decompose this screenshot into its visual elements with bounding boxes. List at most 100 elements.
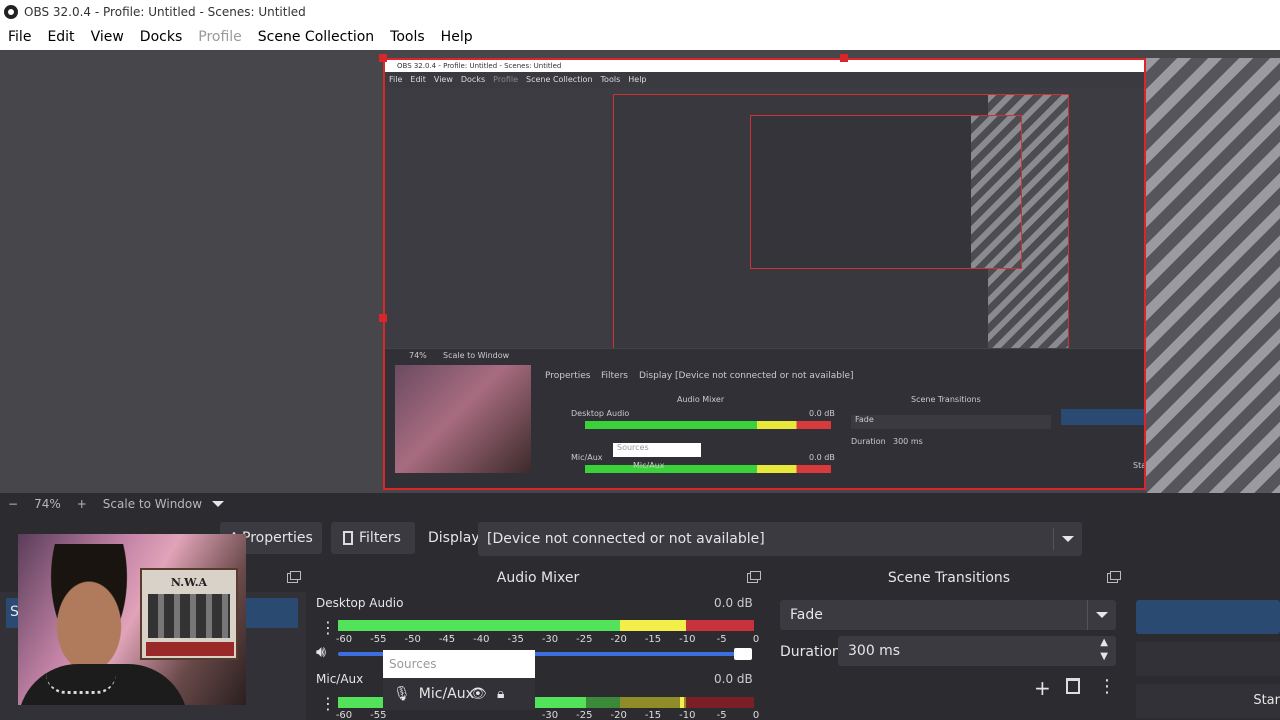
db-scale-label: 0 xyxy=(752,710,760,720)
display-device-select[interactable]: [Device not connected or not available] xyxy=(478,522,1082,556)
mini-mic-item: Mic/Aux xyxy=(633,461,665,470)
mini-sources: Sources xyxy=(613,443,701,457)
desktop-volume-handle[interactable] xyxy=(734,648,752,660)
scale-mode-select[interactable]: Scale to Window xyxy=(95,497,210,511)
poster-title: N.W.A xyxy=(170,576,208,589)
mini-window-title: OBS 32.0.4 - Profile: Untitled - Scenes:… xyxy=(385,60,1144,72)
select-separator xyxy=(1053,528,1054,550)
db-scale-label: -5 xyxy=(716,634,727,645)
mic-meter-yellow xyxy=(620,697,686,708)
chevron-down-icon[interactable] xyxy=(1096,612,1108,618)
preview-canvas[interactable]: OBS 32.0.4 - Profile: Untitled - Scenes:… xyxy=(383,58,1146,490)
window-title: OBS 32.0.4 - Profile: Untitled - Scenes:… xyxy=(24,5,306,19)
kebab-menu-icon[interactable]: ⋮ xyxy=(320,618,336,637)
db-scale-label: 0 xyxy=(752,634,760,645)
db-scale-label: -25 xyxy=(576,710,593,720)
db-scale-label: -50 xyxy=(404,634,421,645)
sources-popup[interactable]: Sources 🎙︎ Mic/Aux 👁︎ 🔒︎ xyxy=(383,650,535,720)
mini-stripes-2 xyxy=(971,116,1021,268)
mini-scene-selected xyxy=(1061,409,1144,425)
menu-view[interactable]: View xyxy=(83,24,132,50)
resize-handle-top[interactable] xyxy=(840,54,848,62)
preview-background-stripes xyxy=(1146,58,1280,493)
mic-meter-peak xyxy=(680,697,684,708)
controls-mid-button[interactable] xyxy=(1136,642,1280,676)
db-scale-label: -20 xyxy=(610,710,627,720)
start-streaming-button[interactable]: Star xyxy=(1136,684,1280,718)
transition-select[interactable]: Fade xyxy=(780,600,1116,630)
db-scale-label: -30 xyxy=(541,710,559,720)
controls-dock: Star xyxy=(1130,566,1280,720)
poster-photo xyxy=(148,594,230,638)
kebab-menu-icon[interactable]: ⋮ xyxy=(320,694,336,713)
db-scale-label: -30 xyxy=(541,634,559,645)
float-dock-icon[interactable] xyxy=(287,571,301,583)
menu-scene-collection[interactable]: Scene Collection xyxy=(250,24,382,50)
menu-tools[interactable]: Tools xyxy=(382,24,433,50)
poster-caption xyxy=(146,642,234,656)
preview-area[interactable]: OBS 32.0.4 - Profile: Untitled - Scenes:… xyxy=(0,50,1280,493)
sources-search[interactable]: Sources xyxy=(383,650,535,678)
float-dock-icon[interactable] xyxy=(1107,571,1121,583)
add-transition-icon[interactable]: + xyxy=(1034,676,1051,700)
resize-handle-top-left[interactable] xyxy=(379,54,387,62)
db-scale-label: -10 xyxy=(679,710,696,720)
db-scale-label: -15 xyxy=(644,634,662,645)
desktop-meter-red xyxy=(686,620,754,631)
mic-db: 0.0 dB xyxy=(714,672,753,686)
mic-name: Mic/Aux xyxy=(316,672,364,686)
scene-transitions-dock: Scene Transitions Fade Duration 300 ms ▲… xyxy=(772,566,1126,720)
person-chain xyxy=(46,674,116,694)
menu-profile[interactable]: Profile xyxy=(190,24,250,50)
properties-label: Properties xyxy=(242,530,313,546)
zoom-in-button[interactable]: + xyxy=(69,497,95,511)
desktop-audio-meter xyxy=(338,620,754,631)
db-scale-label: -5 xyxy=(716,710,727,720)
float-dock-icon[interactable] xyxy=(747,571,761,583)
zoom-out-button[interactable]: − xyxy=(0,497,26,511)
lock-icon[interactable]: 🔒︎ xyxy=(497,686,504,702)
menu-docks[interactable]: Docks xyxy=(132,24,190,50)
chevron-down-icon[interactable] xyxy=(1062,536,1074,542)
db-scale-label: -15 xyxy=(644,710,662,720)
desktop-meter-green xyxy=(338,620,620,631)
desktop-audio-db: 0.0 dB xyxy=(714,596,753,610)
audio-mixer-title: Audio Mixer xyxy=(496,570,580,586)
mini-menu-docks: Docks xyxy=(460,75,486,84)
db-scale-label: -60 xyxy=(335,710,353,720)
trash-icon[interactable] xyxy=(1066,678,1080,694)
mini-webcam xyxy=(395,365,531,473)
sources-item-mic[interactable]: 🎙︎ Mic/Aux 👁︎ 🔒︎ xyxy=(383,678,535,710)
mini-mic: Mic/Aux xyxy=(571,453,603,462)
db-scale-label: -60 xyxy=(335,634,353,645)
kebab-menu-icon[interactable]: ⋮ xyxy=(1098,676,1116,697)
mini-nested-preview xyxy=(613,94,1069,352)
filters-button[interactable]: Filters xyxy=(331,522,415,554)
mini-menu-bar: File Edit View Docks Profile Scene Colle… xyxy=(385,72,1144,88)
db-scale-label: -40 xyxy=(473,634,490,645)
mini-display: Display xyxy=(639,371,673,381)
eye-icon[interactable]: 👁︎ xyxy=(469,686,487,702)
mini-fade: Fade xyxy=(851,415,1051,429)
volume-icon[interactable]: 🔊︎ xyxy=(316,642,326,662)
microphone-icon: 🎙︎ xyxy=(393,686,411,702)
mini-audio-mixer: Audio Mixer xyxy=(677,395,725,404)
window-titlebar: OBS 32.0.4 - Profile: Untitled - Scenes:… xyxy=(0,0,1280,24)
resize-handle-left[interactable] xyxy=(379,314,387,322)
mini-desktop-audio: Desktop Audio xyxy=(571,409,630,418)
menu-edit[interactable]: Edit xyxy=(39,24,82,50)
chevron-down-icon[interactable] xyxy=(212,501,224,507)
mini-device: [Device not connected or not available] xyxy=(675,371,854,381)
menu-help[interactable]: Help xyxy=(433,24,481,50)
zoom-bar: − 74% + Scale to Window xyxy=(0,493,1280,515)
chevron-up-icon[interactable]: ▲ xyxy=(1100,637,1108,648)
scene-transitions-title: Scene Transitions xyxy=(887,570,1011,586)
mini-scale-mode: Scale to Window xyxy=(443,351,510,360)
chevron-down-icon[interactable]: ▼ xyxy=(1100,651,1108,662)
menu-file[interactable]: File xyxy=(0,24,39,50)
duration-spinbox[interactable]: 300 ms ▲ ▼ xyxy=(838,636,1116,666)
mini-menu-view: View xyxy=(433,75,453,84)
mini-start: Star xyxy=(1133,461,1146,470)
controls-top-button[interactable] xyxy=(1136,600,1280,634)
mic-meter-green-dim xyxy=(586,697,620,708)
